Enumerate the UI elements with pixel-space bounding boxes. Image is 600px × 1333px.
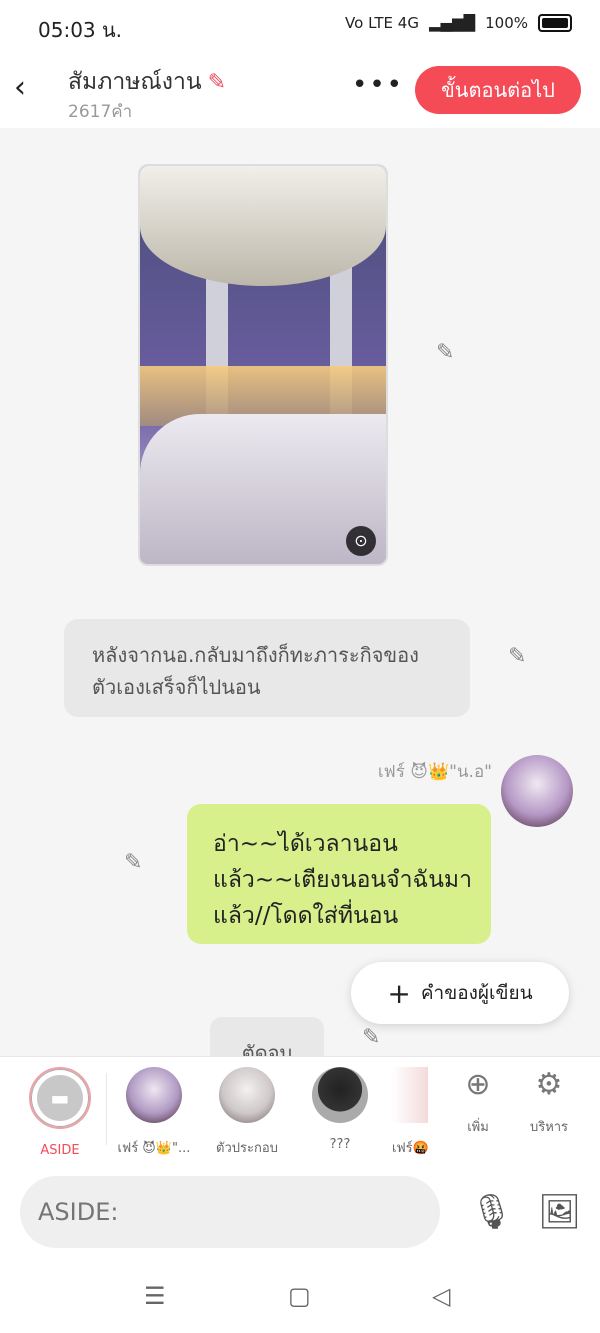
microphone-icon[interactable]: 🎙: [470, 1192, 513, 1232]
add-character[interactable]: ⊕ เพิ่ม: [438, 1067, 518, 1137]
home-square-icon[interactable]: ▢: [288, 1282, 311, 1310]
page-title[interactable]: สัมภาษณ์งาน ✎: [68, 64, 226, 100]
avatar: [126, 1067, 182, 1123]
edit-pencil-icon[interactable]: ✎: [208, 70, 226, 95]
image-curtain: [140, 166, 386, 286]
add-circle-icon: ⊕: [465, 1067, 491, 1102]
zoom-scan-icon[interactable]: ⊙: [346, 526, 376, 556]
character-name: เฟร์ 😈👑"น.อ": [377, 762, 492, 782]
char-unknown-label: ???: [329, 1137, 351, 1152]
input-bar: 🎙 🖼: [0, 1164, 600, 1260]
char-fray2-label: เฟร์🤬: [392, 1141, 428, 1156]
header: ‹ สัมภาษณ์งาน ✎ 2617คำ ••• ขั้นตอนต่อไป: [0, 52, 600, 128]
next-step-button[interactable]: ขั้นตอนต่อไป: [415, 66, 581, 114]
message-text: อ่า~~ได้เวลานอนแล้ว~~เตียงนอนจำฉันมาแล้ว…: [213, 831, 472, 929]
aside-message[interactable]: หลังจากนอ.กลับมาถึงก็ทะภาระกิจของตัวเองเ…: [64, 619, 470, 717]
title-text: สัมภาษณ์งาน: [68, 69, 202, 95]
aside-avatar: ▬: [29, 1067, 91, 1129]
avatar: [312, 1067, 368, 1123]
edit-pencil-icon[interactable]: ✎: [508, 644, 526, 669]
char-fray-label: เฟร์ 😈👑"...: [117, 1141, 191, 1156]
message-bubble[interactable]: อ่า~~ได้เวลานอนแล้ว~~เตียงนอนจำฉันมาแล้ว…: [187, 804, 491, 944]
battery-percent: 100%: [485, 14, 528, 32]
char-extra-label: ตัวประกอบ: [216, 1141, 278, 1156]
character-avatar[interactable]: [501, 755, 573, 827]
plus-icon: +: [387, 976, 411, 1010]
char-aside[interactable]: ▬ ASIDE: [20, 1067, 100, 1158]
chat-bubble-icon: ▬: [37, 1075, 83, 1121]
character-bar: ▬ ASIDE เฟร์ 😈👑"... ตัวประกอบ ??? เฟร์🤬 …: [0, 1056, 600, 1165]
back-triangle-icon[interactable]: ◁: [432, 1282, 450, 1310]
aside-text: หลังจากนอ.กลับมาถึงก็ทะภาระกิจของตัวเองเ…: [92, 643, 419, 699]
status-bar: 05:03 น. Vo LTE 4G ▂▄▆█ 100%: [0, 0, 600, 52]
back-chevron-icon[interactable]: ‹: [14, 73, 42, 103]
partial-message[interactable]: ตัดจบ: [210, 1017, 324, 1056]
divider: [106, 1073, 107, 1145]
chat-area[interactable]: ⊙ ✎ หลังจากนอ.กลับมาถึงก็ทะภาระกิจของตัว…: [0, 128, 600, 1056]
more-icon[interactable]: •••: [352, 70, 404, 100]
avatar: [219, 1067, 275, 1123]
manage-characters[interactable]: ⚙ บริหาร: [509, 1067, 589, 1137]
add-label: เพิ่ม: [467, 1120, 489, 1135]
writer-note-button[interactable]: + คำของผู้เขียน: [351, 962, 569, 1024]
system-nav-bar: ☰ ▢ ◁: [0, 1260, 600, 1333]
char-fray2[interactable]: เฟร์🤬: [392, 1067, 428, 1158]
edit-pencil-icon[interactable]: ✎: [124, 850, 142, 875]
manage-label: บริหาร: [529, 1120, 569, 1135]
menu-icon[interactable]: ☰: [144, 1282, 166, 1310]
signal-icon: ▂▄▆█: [428, 14, 476, 32]
char-fray[interactable]: เฟร์ 😈👑"...: [114, 1067, 194, 1158]
status-icons: Vo LTE 4G ▂▄▆█ 100%: [345, 14, 572, 32]
gear-icon: ⚙: [535, 1067, 563, 1102]
message-input[interactable]: [20, 1176, 440, 1248]
scene-image[interactable]: ⊙: [138, 164, 388, 566]
image-icon[interactable]: 🖼: [538, 1192, 581, 1232]
avatar: [392, 1067, 428, 1123]
char-aside-label: ASIDE: [40, 1143, 80, 1158]
edit-pencil-icon[interactable]: ✎: [362, 1025, 380, 1050]
battery-icon: [538, 14, 572, 32]
writer-note-label: คำของผู้เขียน: [420, 982, 533, 1004]
status-time: 05:03 น.: [38, 18, 123, 42]
char-unknown[interactable]: ???: [300, 1067, 380, 1152]
network-indicator: Vo LTE 4G: [345, 14, 419, 32]
char-extra[interactable]: ตัวประกอบ: [207, 1067, 287, 1158]
edit-pencil-icon[interactable]: ✎: [436, 340, 454, 365]
word-count: 2617คำ: [68, 102, 133, 122]
